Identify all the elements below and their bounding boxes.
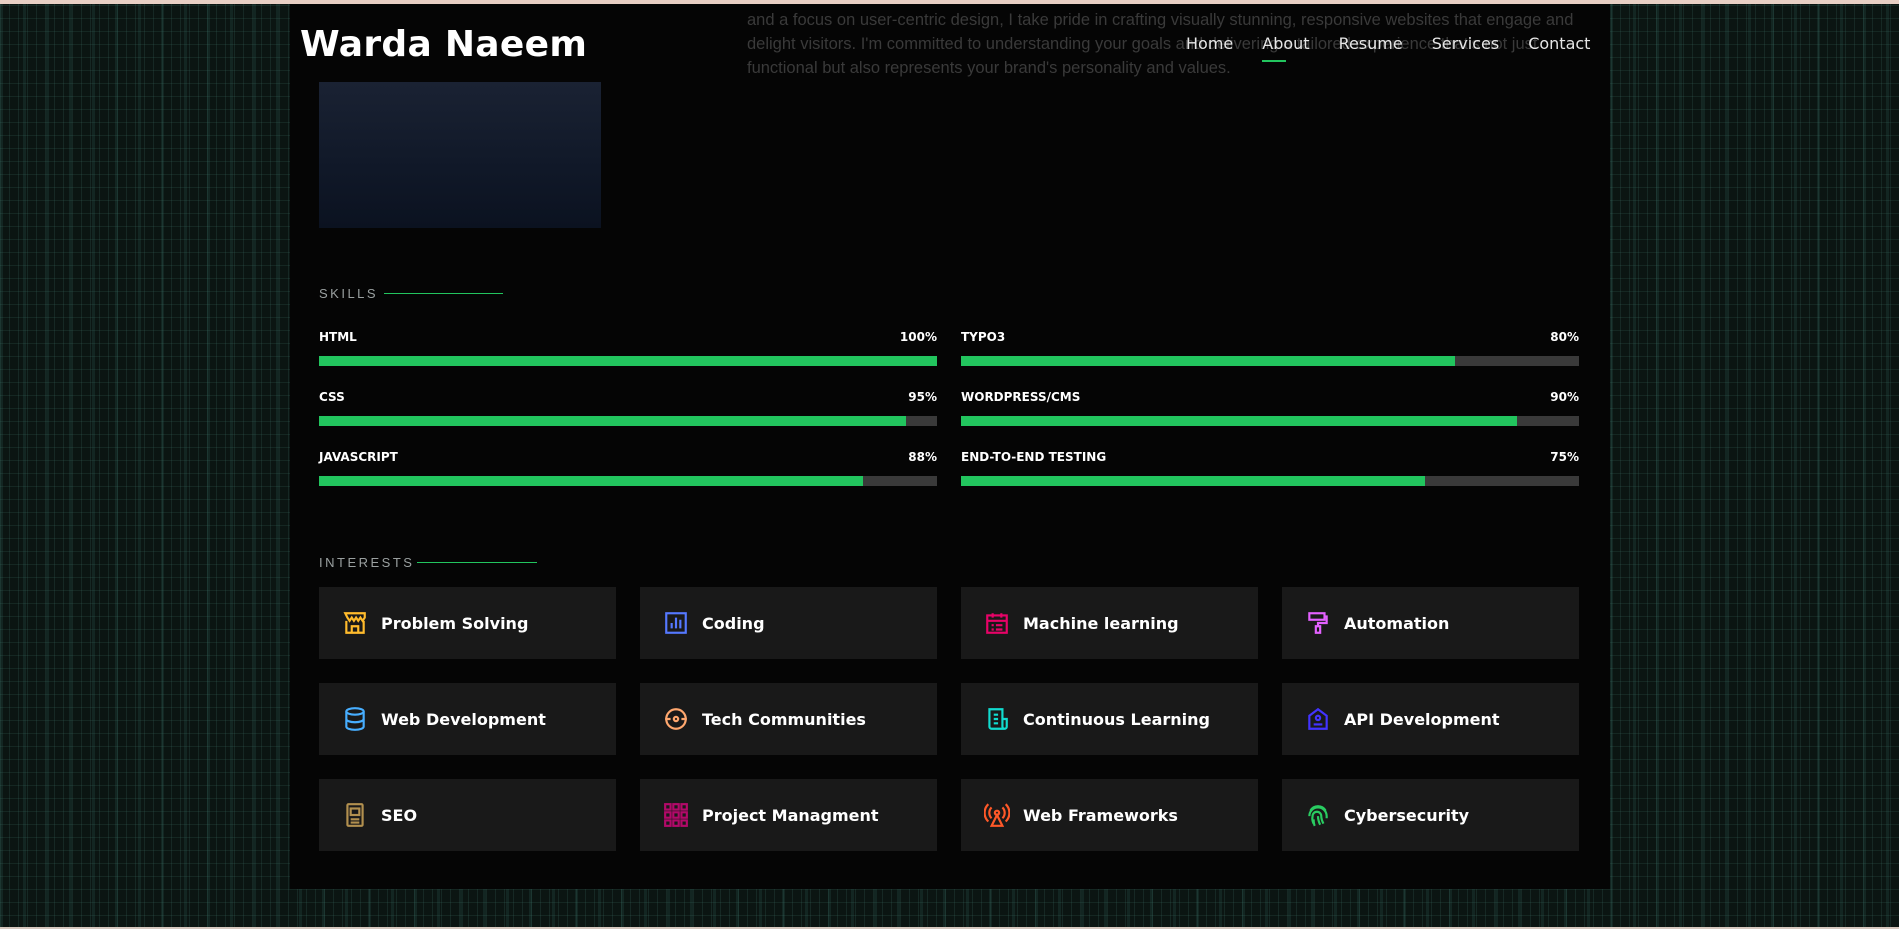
skill-progress-track xyxy=(319,476,937,486)
skill-progress-fill xyxy=(319,356,937,366)
profile-image xyxy=(319,82,601,228)
skill-progress-fill xyxy=(319,416,907,426)
interest-label: Coding xyxy=(702,613,765,633)
interests-title: INTERESTS xyxy=(319,555,415,570)
skill-percent: 100% xyxy=(899,330,937,344)
gradienter-icon xyxy=(662,705,690,733)
interest-label: Project Managment xyxy=(702,805,879,825)
skill-name: HTML xyxy=(319,330,357,344)
nav-resume[interactable]: Resume xyxy=(1339,34,1403,53)
skill-name: END-TO-END TESTING xyxy=(961,450,1107,464)
grid-icon xyxy=(662,801,690,829)
nav-services[interactable]: Services xyxy=(1432,34,1499,53)
interest-card-api-development[interactable]: API Development xyxy=(1282,683,1579,755)
skill-progress-fill xyxy=(961,356,1456,366)
base-station-icon xyxy=(983,801,1011,829)
site-logo[interactable]: Warda Naeem xyxy=(300,24,587,65)
interest-label: SEO xyxy=(381,805,418,825)
skill-name: WORDPRESS/CMS xyxy=(961,390,1081,404)
skill-progress-track xyxy=(319,356,937,366)
interest-card-web-frameworks[interactable]: Web Frameworks xyxy=(961,779,1258,851)
interest-label: Cybersecurity xyxy=(1344,805,1470,825)
interest-card-continuous-learning[interactable]: Continuous Learning xyxy=(961,683,1258,755)
store-icon xyxy=(341,609,369,637)
site-header: Warda Naeem Home About Resume Services C… xyxy=(0,4,1899,82)
interest-label: Web Development xyxy=(381,709,546,729)
bar-chart-icon xyxy=(662,609,690,637)
skill-percent: 95% xyxy=(908,390,937,404)
nav-contact[interactable]: Contact xyxy=(1528,34,1590,53)
skill-percent: 88% xyxy=(908,450,937,464)
skill-progress-track xyxy=(961,476,1579,486)
interest-card-tech-communities[interactable]: Tech Communities xyxy=(640,683,937,755)
skills-title: SKILLS xyxy=(319,286,379,301)
interest-label: Web Frameworks xyxy=(1023,805,1178,825)
price-tag-icon xyxy=(1304,705,1332,733)
interest-card-problem-solving[interactable]: Problem Solving xyxy=(319,587,616,659)
file-list-icon xyxy=(983,705,1011,733)
interest-card-coding[interactable]: Coding xyxy=(640,587,937,659)
skill-name: CSS xyxy=(319,390,345,404)
interest-card-seo[interactable]: SEO xyxy=(319,779,616,851)
interest-card-cybersecurity[interactable]: Cybersecurity xyxy=(1282,779,1579,851)
skill-percent: 90% xyxy=(1550,390,1579,404)
skill-progress-fill xyxy=(961,476,1425,486)
interest-label: Automation xyxy=(1344,613,1450,633)
disc-icon xyxy=(341,801,369,829)
nav-about[interactable]: About xyxy=(1262,34,1310,62)
main-nav: Home About Resume Services Contact xyxy=(1186,34,1619,62)
interest-card-web-development[interactable]: Web Development xyxy=(319,683,616,755)
skills-title-line xyxy=(384,293,503,294)
nav-home[interactable]: Home xyxy=(1186,34,1233,53)
interest-label: Machine learning xyxy=(1023,613,1179,633)
paint-brush-icon xyxy=(1304,609,1332,637)
calendar-todo-icon xyxy=(983,609,1011,637)
database-icon xyxy=(341,705,369,733)
interest-label: Problem Solving xyxy=(381,613,529,633)
interest-card-automation[interactable]: Automation xyxy=(1282,587,1579,659)
interests-title-line xyxy=(417,562,537,563)
skill-progress-fill xyxy=(961,416,1518,426)
fingerprint-icon xyxy=(1304,801,1332,829)
interest-label: API Development xyxy=(1344,709,1500,729)
interest-label: Continuous Learning xyxy=(1023,709,1210,729)
skill-progress-track xyxy=(961,416,1579,426)
skill-progress-fill xyxy=(319,476,863,486)
skill-progress-track xyxy=(961,356,1579,366)
interest-label: Tech Communities xyxy=(702,709,866,729)
skill-percent: 75% xyxy=(1550,450,1579,464)
skill-name: JAVASCRIPT xyxy=(319,450,398,464)
interest-card-machine-learning[interactable]: Machine learning xyxy=(961,587,1258,659)
interest-card-project-management[interactable]: Project Managment xyxy=(640,779,937,851)
skill-percent: 80% xyxy=(1550,330,1579,344)
skill-name: TYPO3 xyxy=(961,330,1006,344)
skill-progress-track xyxy=(319,416,937,426)
